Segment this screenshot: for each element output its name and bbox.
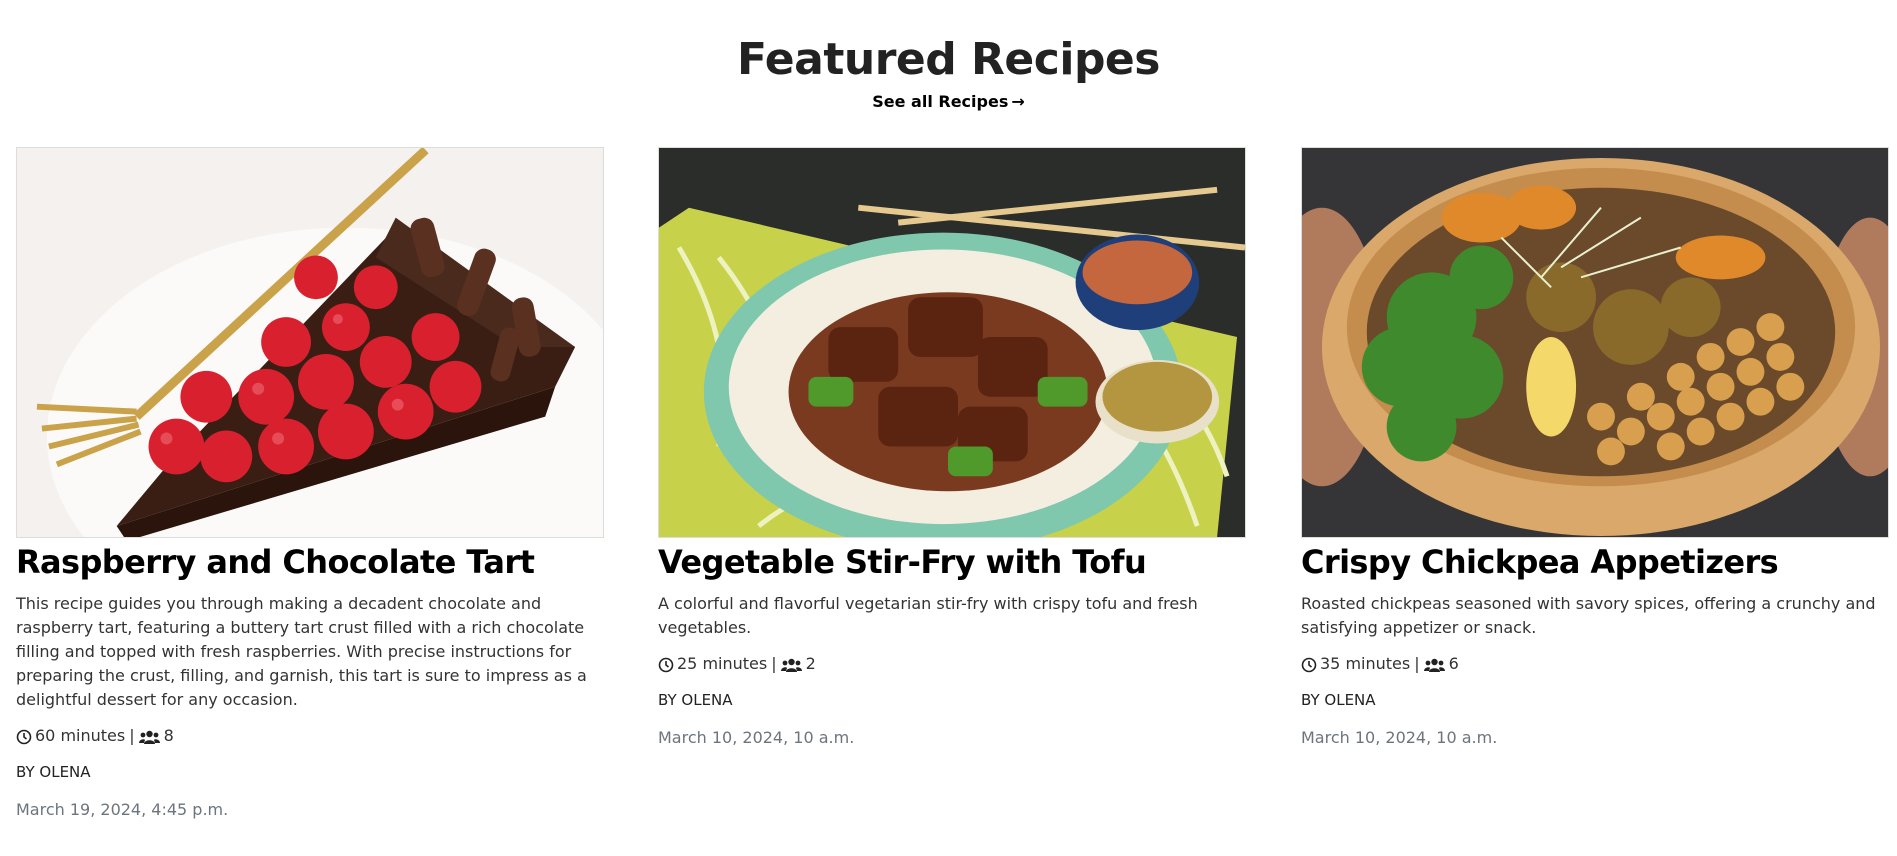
chickpea-bowl-photo[interactable] bbox=[1301, 147, 1889, 538]
users-icon bbox=[780, 654, 802, 673]
users-icon bbox=[138, 726, 160, 745]
see-all-label: See all Recipes bbox=[872, 92, 1009, 111]
users-icon bbox=[1423, 654, 1445, 673]
recipe-author: BY OLENA bbox=[16, 763, 91, 781]
recipe-meta: 35 minutes | 6 bbox=[1301, 654, 1889, 673]
recipe-servings: 8 bbox=[163, 726, 174, 745]
recipe-meta: 25 minutes | 2 bbox=[658, 654, 1246, 673]
recipe-card: Crispy Chickpea Appetizers Roasted chick… bbox=[1301, 147, 1889, 747]
tart-photo[interactable] bbox=[16, 147, 604, 538]
recipe-title[interactable]: Raspberry and Chocolate Tart bbox=[16, 540, 604, 584]
recipe-servings: 2 bbox=[805, 654, 816, 673]
recipe-meta: 60 minutes | 8 bbox=[16, 726, 604, 745]
clock-icon bbox=[658, 654, 674, 673]
meta-separator: | bbox=[129, 726, 135, 745]
clock-icon bbox=[1301, 654, 1317, 673]
recipe-servings: 6 bbox=[1448, 654, 1459, 673]
meta-separator: | bbox=[771, 654, 777, 673]
recipe-description: Roasted chickpeas seasoned with savory s… bbox=[1301, 594, 1876, 637]
recipe-time: 35 minutes bbox=[1320, 654, 1411, 673]
see-all-recipes-link[interactable]: See all Recipes → bbox=[0, 92, 1897, 111]
recipe-title[interactable]: Crispy Chickpea Appetizers bbox=[1301, 540, 1889, 584]
recipe-time: 25 minutes bbox=[677, 654, 768, 673]
recipe-date: March 10, 2024, 10 a.m. bbox=[658, 728, 855, 747]
clock-icon bbox=[16, 726, 32, 745]
stir-fry-photo[interactable] bbox=[658, 147, 1246, 538]
recipe-card: Raspberry and Chocolate Tart This recipe… bbox=[16, 147, 604, 819]
arrow-right-icon: → bbox=[1011, 92, 1025, 111]
recipe-card: Vegetable Stir-Fry with Tofu A colorful … bbox=[658, 147, 1246, 747]
section-title: Featured Recipes bbox=[737, 34, 1160, 85]
recipe-description: A colorful and flavorful vegetarian stir… bbox=[658, 594, 1198, 637]
recipe-time: 60 minutes bbox=[35, 726, 126, 745]
recipe-author: BY OLENA bbox=[1301, 691, 1376, 709]
recipe-date: March 19, 2024, 4:45 p.m. bbox=[16, 800, 229, 819]
recipe-description: This recipe guides you through making a … bbox=[16, 594, 587, 709]
recipe-author: BY OLENA bbox=[658, 691, 733, 709]
featured-recipes-section: Featured Recipes See all Recipes → Raspb… bbox=[0, 0, 1897, 856]
recipe-date: March 10, 2024, 10 a.m. bbox=[1301, 728, 1498, 747]
meta-separator: | bbox=[1414, 654, 1420, 673]
recipe-title[interactable]: Vegetable Stir-Fry with Tofu bbox=[658, 540, 1246, 584]
